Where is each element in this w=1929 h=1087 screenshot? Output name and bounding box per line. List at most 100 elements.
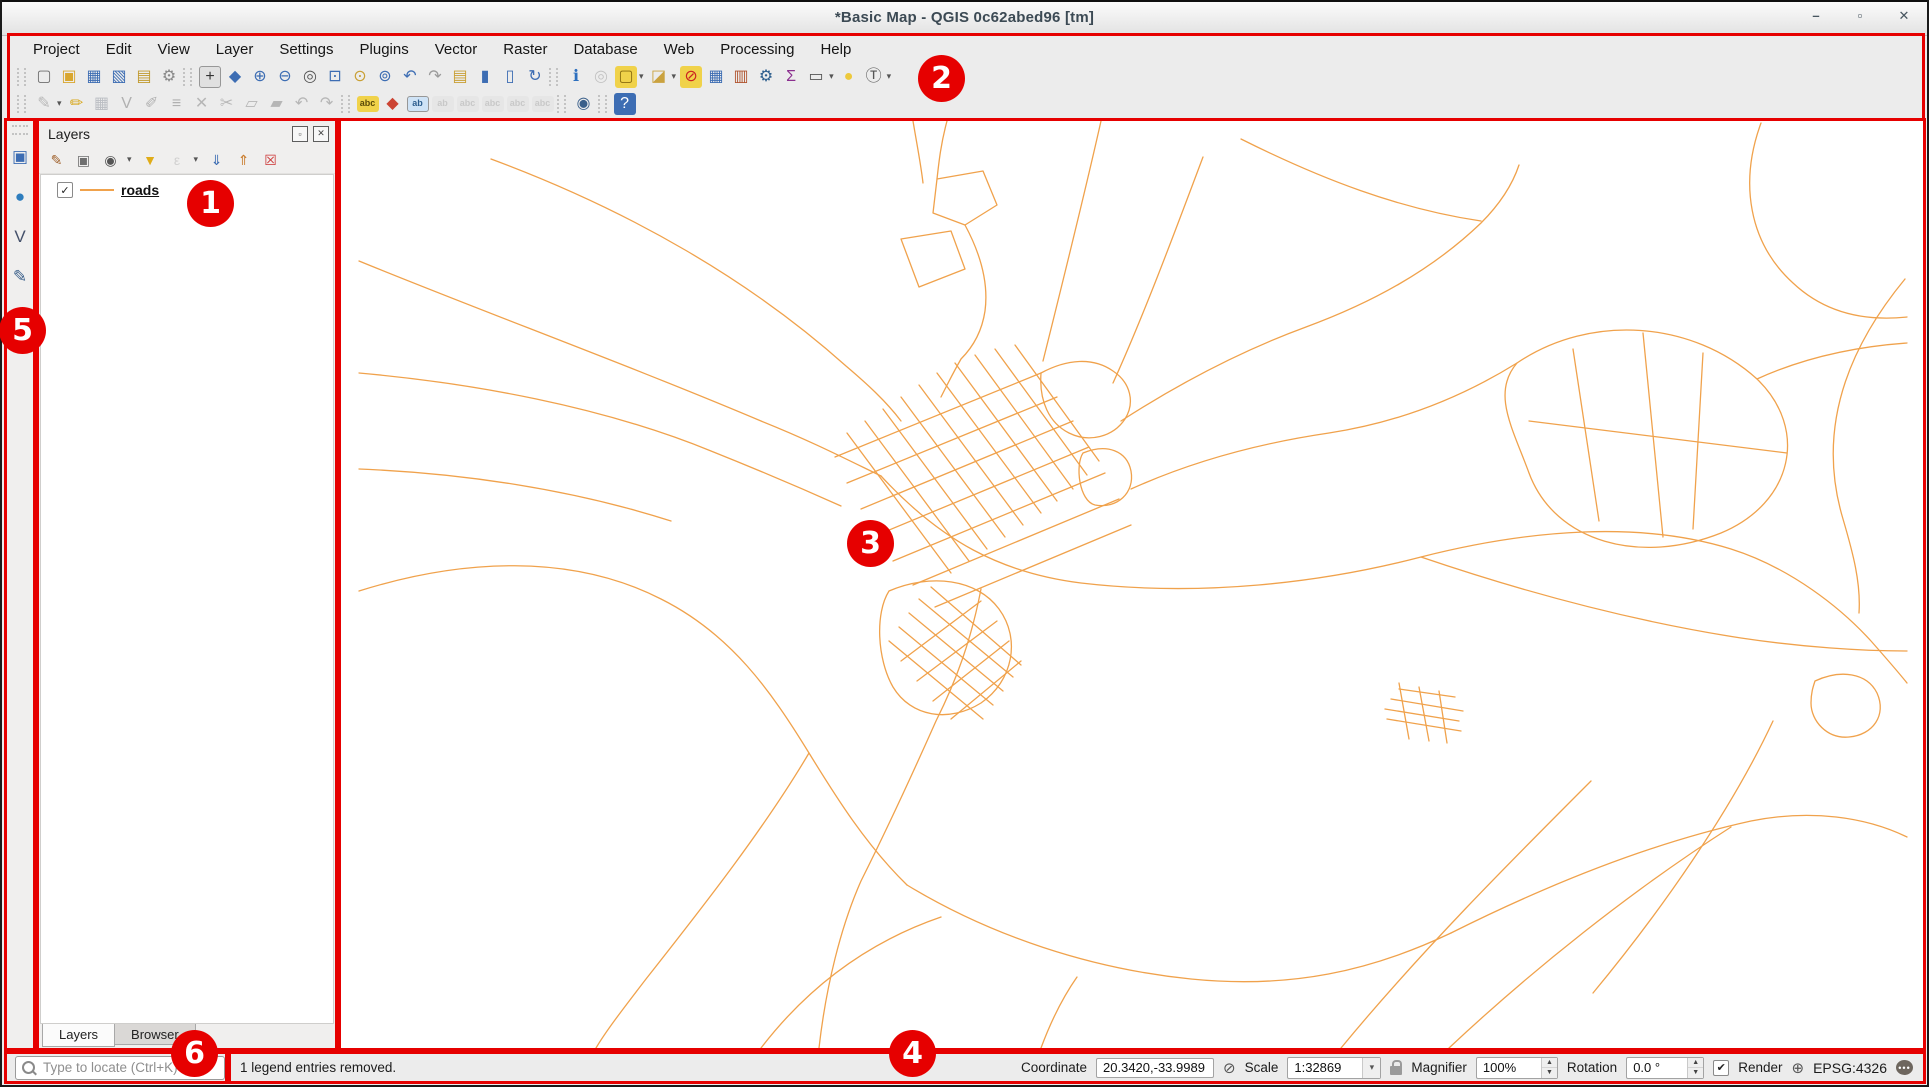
minimize-button[interactable]: –: [1807, 6, 1825, 24]
map-tips-icon[interactable]: ●: [838, 66, 860, 88]
coordinate-input[interactable]: 20.3420,-33.9989: [1096, 1058, 1214, 1078]
extents-toggle-icon[interactable]: ⊘: [1223, 1059, 1236, 1077]
deselect-features-icon[interactable]: ⊘: [680, 66, 702, 88]
select-features-dropdown-icon[interactable]: ▾: [639, 71, 644, 82]
spin-buttons[interactable]: ▲▼: [1687, 1058, 1703, 1078]
spin-up-icon[interactable]: ▲: [1542, 1058, 1557, 1069]
toolbar-drag-handle[interactable]: [17, 68, 26, 86]
toolbar-drag-handle[interactable]: [549, 68, 558, 86]
close-button[interactable]: ✕: [1895, 6, 1913, 24]
new-project-icon[interactable]: ▢: [33, 66, 55, 88]
save-project-as-icon[interactable]: ▧: [108, 66, 130, 88]
zoom-in-icon[interactable]: ⊕: [249, 66, 271, 88]
menu-database[interactable]: Database: [560, 37, 650, 62]
rotation-spinbox[interactable]: 0.0 °▲▼: [1626, 1057, 1704, 1079]
menu-plugins[interactable]: Plugins: [347, 37, 422, 62]
help-contents-icon[interactable]: ?: [614, 93, 636, 115]
menu-raster[interactable]: Raster: [490, 37, 560, 62]
crs-indicator[interactable]: EPSG:4326: [1813, 1060, 1887, 1076]
text-annotation-icon[interactable]: Ⓣ: [863, 66, 885, 88]
zoom-next-icon[interactable]: ↷: [424, 66, 446, 88]
zoom-out-icon[interactable]: ⊖: [274, 66, 296, 88]
select-by-value-dropdown-icon[interactable]: ▾: [672, 71, 677, 82]
zoom-to-selection-icon[interactable]: ⊙: [349, 66, 371, 88]
layer-tree[interactable]: ✓ roads: [40, 174, 334, 1024]
open-attribute-table-icon[interactable]: ▦: [705, 66, 727, 88]
menu-layer[interactable]: Layer: [203, 37, 267, 62]
close-panel-icon[interactable]: ✕: [313, 126, 329, 142]
statistical-summary-icon[interactable]: Σ: [780, 66, 802, 88]
pan-map-icon[interactable]: +: [199, 66, 221, 88]
remove-layer-icon[interactable]: ☒: [261, 150, 280, 169]
collapse-all-icon[interactable]: ⇑: [234, 150, 253, 169]
add-ogr-layer-icon[interactable]: V: [9, 225, 31, 247]
menu-processing[interactable]: Processing: [707, 37, 807, 62]
filter-by-expression-dropdown-icon[interactable]: ▾: [194, 154, 199, 165]
menu-view[interactable]: View: [145, 37, 203, 62]
chevron-down-icon[interactable]: ▾: [1362, 1058, 1380, 1078]
render-checkbox[interactable]: ✔: [1713, 1060, 1729, 1076]
measure-line-dropdown-icon[interactable]: ▾: [829, 71, 834, 82]
manage-map-themes-icon[interactable]: ◉: [101, 150, 120, 169]
messages-icon[interactable]: •••: [1896, 1060, 1913, 1075]
spin-down-icon[interactable]: ▼: [1688, 1068, 1703, 1078]
add-vector-layer-icon[interactable]: ●: [9, 185, 31, 207]
toolbar-drag-handle[interactable]: [183, 68, 192, 86]
show-layout-manager-icon[interactable]: ⚙: [158, 66, 180, 88]
magnifier-spinbox[interactable]: 100%▲▼: [1476, 1057, 1558, 1079]
toolbar-drag-handle[interactable]: [557, 95, 566, 113]
tab-layers[interactable]: Layers: [42, 1024, 115, 1047]
float-panel-icon[interactable]: ▫: [292, 126, 308, 142]
layer-label[interactable]: roads: [121, 182, 159, 198]
toolbar-drag-handle[interactable]: [341, 95, 350, 113]
toolbar-drag-handle[interactable]: [17, 95, 26, 113]
maximize-button[interactable]: ▫: [1851, 6, 1869, 24]
menu-vector[interactable]: Vector: [422, 37, 491, 62]
spin-buttons[interactable]: ▲▼: [1541, 1058, 1557, 1078]
filter-legend-icon[interactable]: ▼: [141, 150, 160, 169]
menu-settings[interactable]: Settings: [266, 37, 346, 62]
menu-help[interactable]: Help: [807, 37, 864, 62]
new-shapefile-layer-icon[interactable]: ✎: [9, 265, 31, 287]
text-annotation-dropdown-icon[interactable]: ▾: [887, 71, 892, 82]
layer-row-roads[interactable]: ✓ roads: [41, 175, 333, 198]
expand-all-icon[interactable]: ⇓: [207, 150, 226, 169]
spin-up-icon[interactable]: ▲: [1688, 1058, 1703, 1069]
select-by-value-icon[interactable]: ◪: [648, 66, 670, 88]
geosearch-plugin-icon[interactable]: ◉: [573, 93, 595, 115]
roads-layer-rendering[interactable]: [341, 121, 1923, 1048]
processing-toolbox-icon[interactable]: ⚙: [755, 66, 777, 88]
spin-down-icon[interactable]: ▼: [1542, 1068, 1557, 1078]
zoom-last-icon[interactable]: ↶: [399, 66, 421, 88]
current-edits-dropdown-icon[interactable]: ▾: [57, 98, 62, 109]
toolbar-drag-handle[interactable]: [12, 125, 28, 135]
add-group-icon[interactable]: ▣: [74, 150, 93, 169]
show-spatial-bookmarks-icon[interactable]: ▮: [474, 66, 496, 88]
menu-project[interactable]: Project: [20, 37, 93, 62]
pan-to-selection-icon[interactable]: ◆: [224, 66, 246, 88]
lock-scale-icon[interactable]: [1390, 1066, 1402, 1075]
toolbar-drag-handle[interactable]: [598, 95, 607, 113]
layer-visibility-checkbox[interactable]: ✓: [57, 182, 73, 198]
measure-line-icon[interactable]: ▭: [805, 66, 827, 88]
save-project-icon[interactable]: ▦: [83, 66, 105, 88]
zoom-to-layer-icon[interactable]: ⊚: [374, 66, 396, 88]
statistics-icon[interactable]: ▥: [730, 66, 752, 88]
zoom-full-icon[interactable]: ⊡: [324, 66, 346, 88]
layer-labeling-icon[interactable]: abc: [357, 96, 379, 112]
menu-web[interactable]: Web: [651, 37, 708, 62]
menu-edit[interactable]: Edit: [93, 37, 145, 62]
refresh-map-icon[interactable]: ↻: [524, 66, 546, 88]
layer-diagram-icon[interactable]: ◆: [382, 93, 404, 115]
open-project-icon[interactable]: ▣: [58, 66, 80, 88]
new-spatial-bookmark-icon[interactable]: ▤: [449, 66, 471, 88]
manage-map-themes-dropdown-icon[interactable]: ▾: [127, 154, 132, 165]
open-layer-styling-icon[interactable]: ✎: [47, 150, 66, 169]
show-bookmark-manager-icon[interactable]: ▯: [499, 66, 521, 88]
select-features-icon[interactable]: ▢: [615, 66, 637, 88]
label-highlight-icon[interactable]: ab: [407, 96, 429, 112]
data-source-manager-icon[interactable]: ▣: [9, 145, 31, 167]
identify-features-icon[interactable]: ℹ: [565, 66, 587, 88]
new-print-layout-icon[interactable]: ▤: [133, 66, 155, 88]
zoom-native-icon[interactable]: ◎: [299, 66, 321, 88]
